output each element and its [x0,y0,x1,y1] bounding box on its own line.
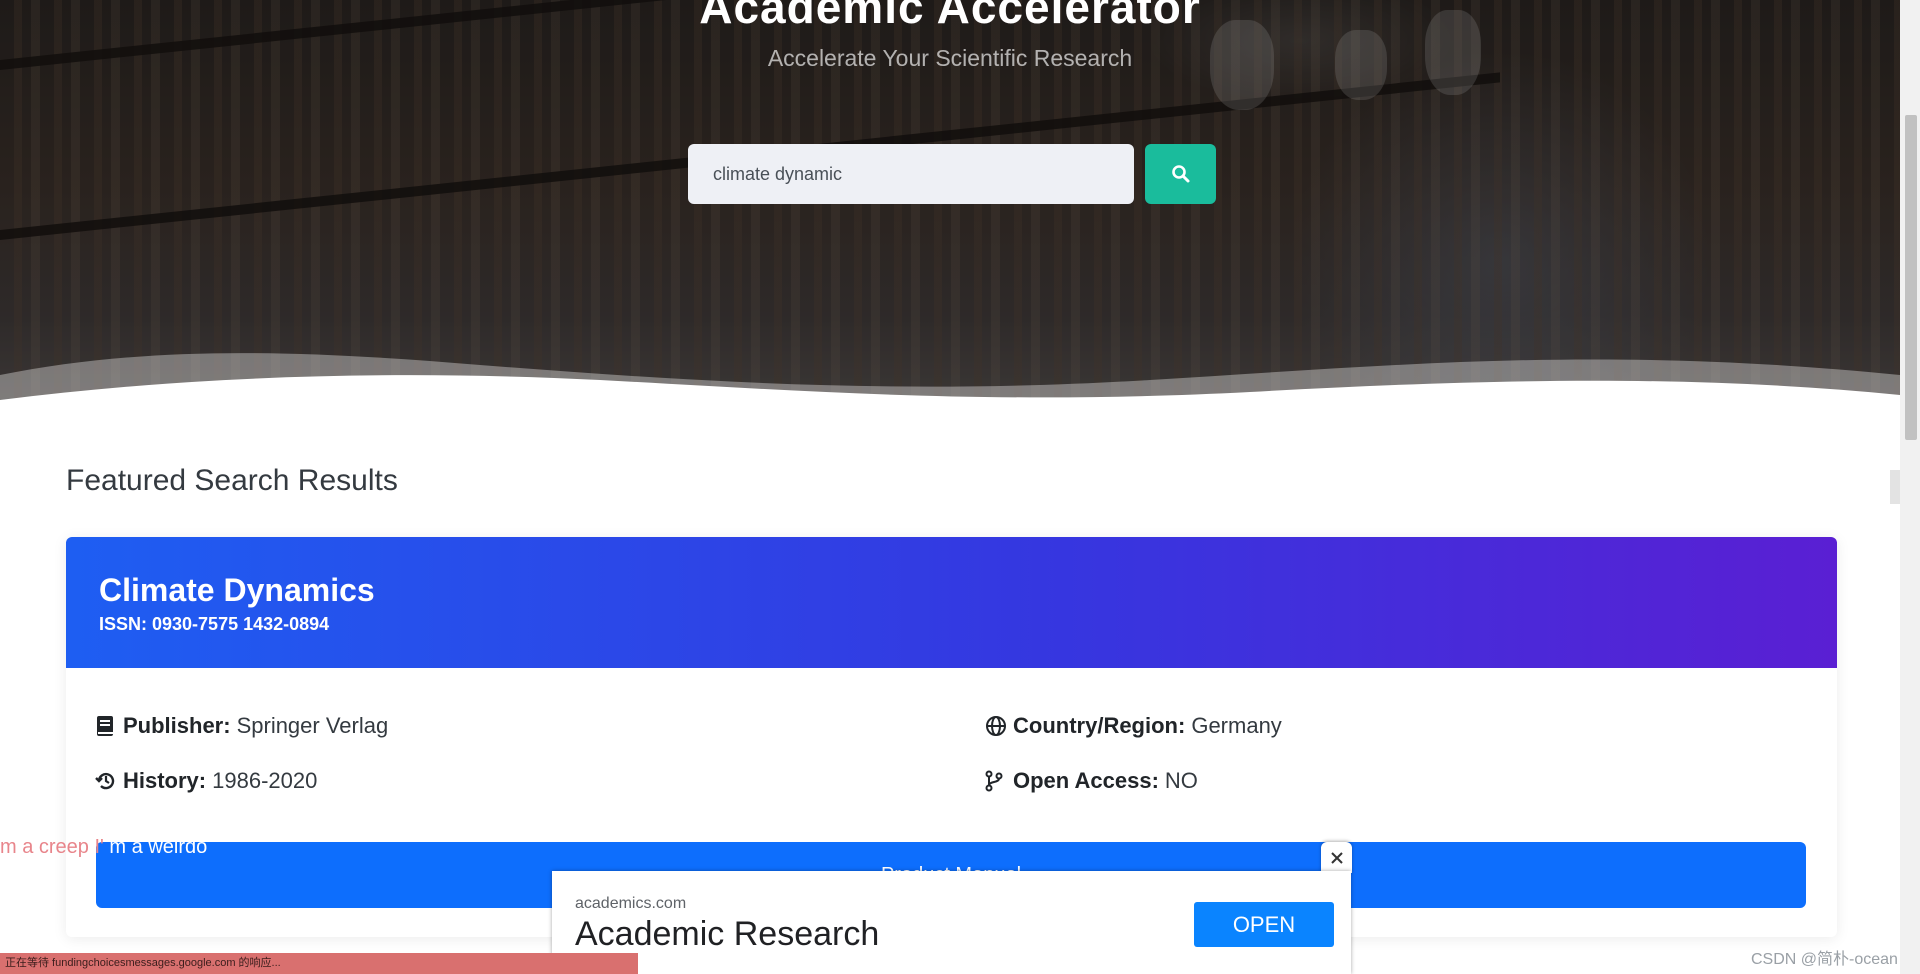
history-label: History: [123,768,207,793]
scrollbar-thumb[interactable] [1905,115,1917,440]
hero-wave-divider [0,353,1900,420]
site-title: Academic Accelerator [699,0,1201,33]
open-access-field: Open Access: NO [985,768,1198,794]
country-field: Country/Region: Germany [985,713,1282,739]
csdn-watermark: CSDN @简朴-ocean [1751,951,1898,968]
publisher-value: Springer Verlag [236,713,389,738]
country-value: Germany [1191,713,1282,738]
ad-close-button[interactable] [1321,842,1352,873]
ad-banner[interactable]: academics.com Academic Research OPEN [552,871,1351,974]
code-branch-icon [985,770,1007,792]
history-field: History: 1986-2020 [95,768,317,794]
featured-results-heading: Featured Search Results [66,464,398,497]
history-value: 1986-2020 [212,768,318,793]
journal-card-header: Climate Dynamics ISSN: 0930-7575 1432-08… [66,537,1837,668]
ad-open-button[interactable]: OPEN [1194,902,1334,947]
journal-issn: ISSN: 0930-7575 1432-0894 [99,614,330,634]
country-label: Country/Region: [1013,713,1186,738]
close-icon [1330,851,1343,864]
search-input[interactable] [688,144,1134,204]
danmaku-text-white: m a weirdo [109,836,208,858]
ad-title[interactable]: Academic Research [575,915,879,954]
journal-title[interactable]: Climate Dynamics [99,537,1804,609]
book-icon [95,715,117,737]
danmaku-text-pink: m a creep I' [0,836,104,858]
browser-status-bar: 正在等待 fundingchoicesmessages.google.com 的… [0,953,638,974]
scroll-marker [1890,470,1900,504]
publisher-label: Publisher: [123,713,231,738]
open-access-value: NO [1164,768,1198,793]
search-button[interactable] [1145,144,1216,204]
site-subtitle: Accelerate Your Scientific Research [767,45,1133,71]
publisher-field: Publisher: Springer Verlag [95,713,388,739]
open-access-label: Open Access: [1013,768,1159,793]
danmaku-comment: m a creep I' m a weirdo [0,836,207,859]
ad-domain: academics.com [575,895,687,912]
history-icon [95,770,117,792]
hero-banner: Academic Accelerator Accelerate Your Sci… [0,0,1900,420]
globe-icon [985,715,1007,737]
search-icon [1171,165,1189,183]
